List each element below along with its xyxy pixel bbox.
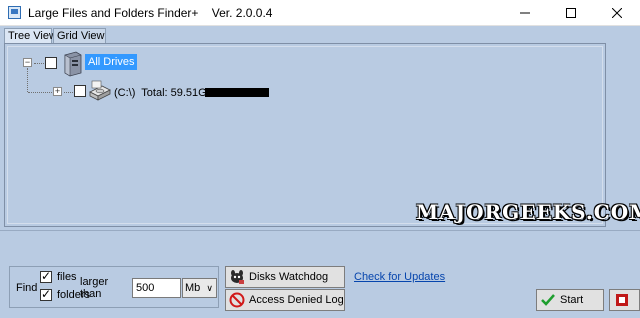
tree-view[interactable]: − All Drives + (C:\) Total: 59.51GB MAJO…: [7, 46, 640, 224]
disks-watchdog-button[interactable]: Disks Watchdog: [225, 266, 345, 288]
window-title: Large Files and Folders Finder+ Ver. 2.0…: [28, 6, 273, 20]
stop-icon: [616, 294, 628, 306]
check-for-updates-link[interactable]: Check for Updates: [354, 271, 445, 283]
drive-usage-fill: [205, 88, 269, 97]
tab-tree-view[interactable]: Tree View: [4, 28, 57, 43]
start-label: Start: [560, 294, 584, 306]
chevron-down-icon: ∨: [206, 283, 213, 293]
files-label: files: [57, 271, 77, 283]
find-options-box: Find files folders larger than Mb ∨: [9, 266, 219, 308]
maximize-icon: [566, 8, 576, 18]
tree-connector: [28, 92, 52, 93]
files-checkbox[interactable]: [40, 269, 52, 283]
maximize-button[interactable]: [548, 0, 594, 26]
stop-button[interactable]: [609, 289, 640, 311]
folders-checkbox[interactable]: [40, 287, 52, 301]
title-bar: Large Files and Folders Finder+ Ver. 2.0…: [0, 0, 640, 26]
checkmark-icon: [541, 294, 555, 306]
drive-usage-bar: [205, 88, 269, 97]
drive-c-checkbox[interactable]: [74, 85, 86, 97]
unit-select[interactable]: Mb ∨: [182, 278, 217, 298]
access-denied-log-button[interactable]: Access Denied Log: [225, 289, 345, 311]
tab-grid-view[interactable]: Grid View: [53, 28, 106, 43]
all-drives-checkbox[interactable]: [45, 57, 57, 69]
close-icon: [612, 8, 622, 18]
tree-connector: [64, 92, 73, 93]
expand-toggle[interactable]: +: [53, 87, 62, 96]
tree-connector: [27, 68, 28, 92]
watchdog-icon: [231, 270, 244, 284]
no-entry-icon: [229, 292, 245, 308]
drive-c-label[interactable]: (C:\) Total: 59.51GB: [114, 87, 214, 99]
collapse-toggle[interactable]: −: [23, 58, 32, 67]
hard-drive-icon: [89, 80, 111, 101]
minimize-icon: [520, 12, 530, 14]
find-label: Find: [16, 282, 38, 294]
close-button[interactable]: [594, 0, 640, 26]
tree-connector: [34, 63, 44, 64]
computer-icon: [64, 51, 82, 77]
all-drives-label[interactable]: All Drives: [85, 54, 138, 70]
unit-select-value: Mb: [185, 282, 201, 294]
access-denied-log-label: Access Denied Log: [249, 294, 344, 306]
minimize-button[interactable]: [502, 0, 548, 26]
larger-than-label: larger than: [80, 276, 109, 300]
start-button[interactable]: Start: [536, 289, 604, 311]
tree-panel: − All Drives + (C:\) Total: 59.51GB MAJO…: [4, 43, 640, 227]
watermark-text: MAJORGEEKS.COM: [416, 200, 640, 224]
size-input[interactable]: [132, 278, 181, 298]
divider: [0, 230, 640, 231]
disks-watchdog-label: Disks Watchdog: [249, 271, 329, 283]
app-icon: [8, 6, 21, 19]
